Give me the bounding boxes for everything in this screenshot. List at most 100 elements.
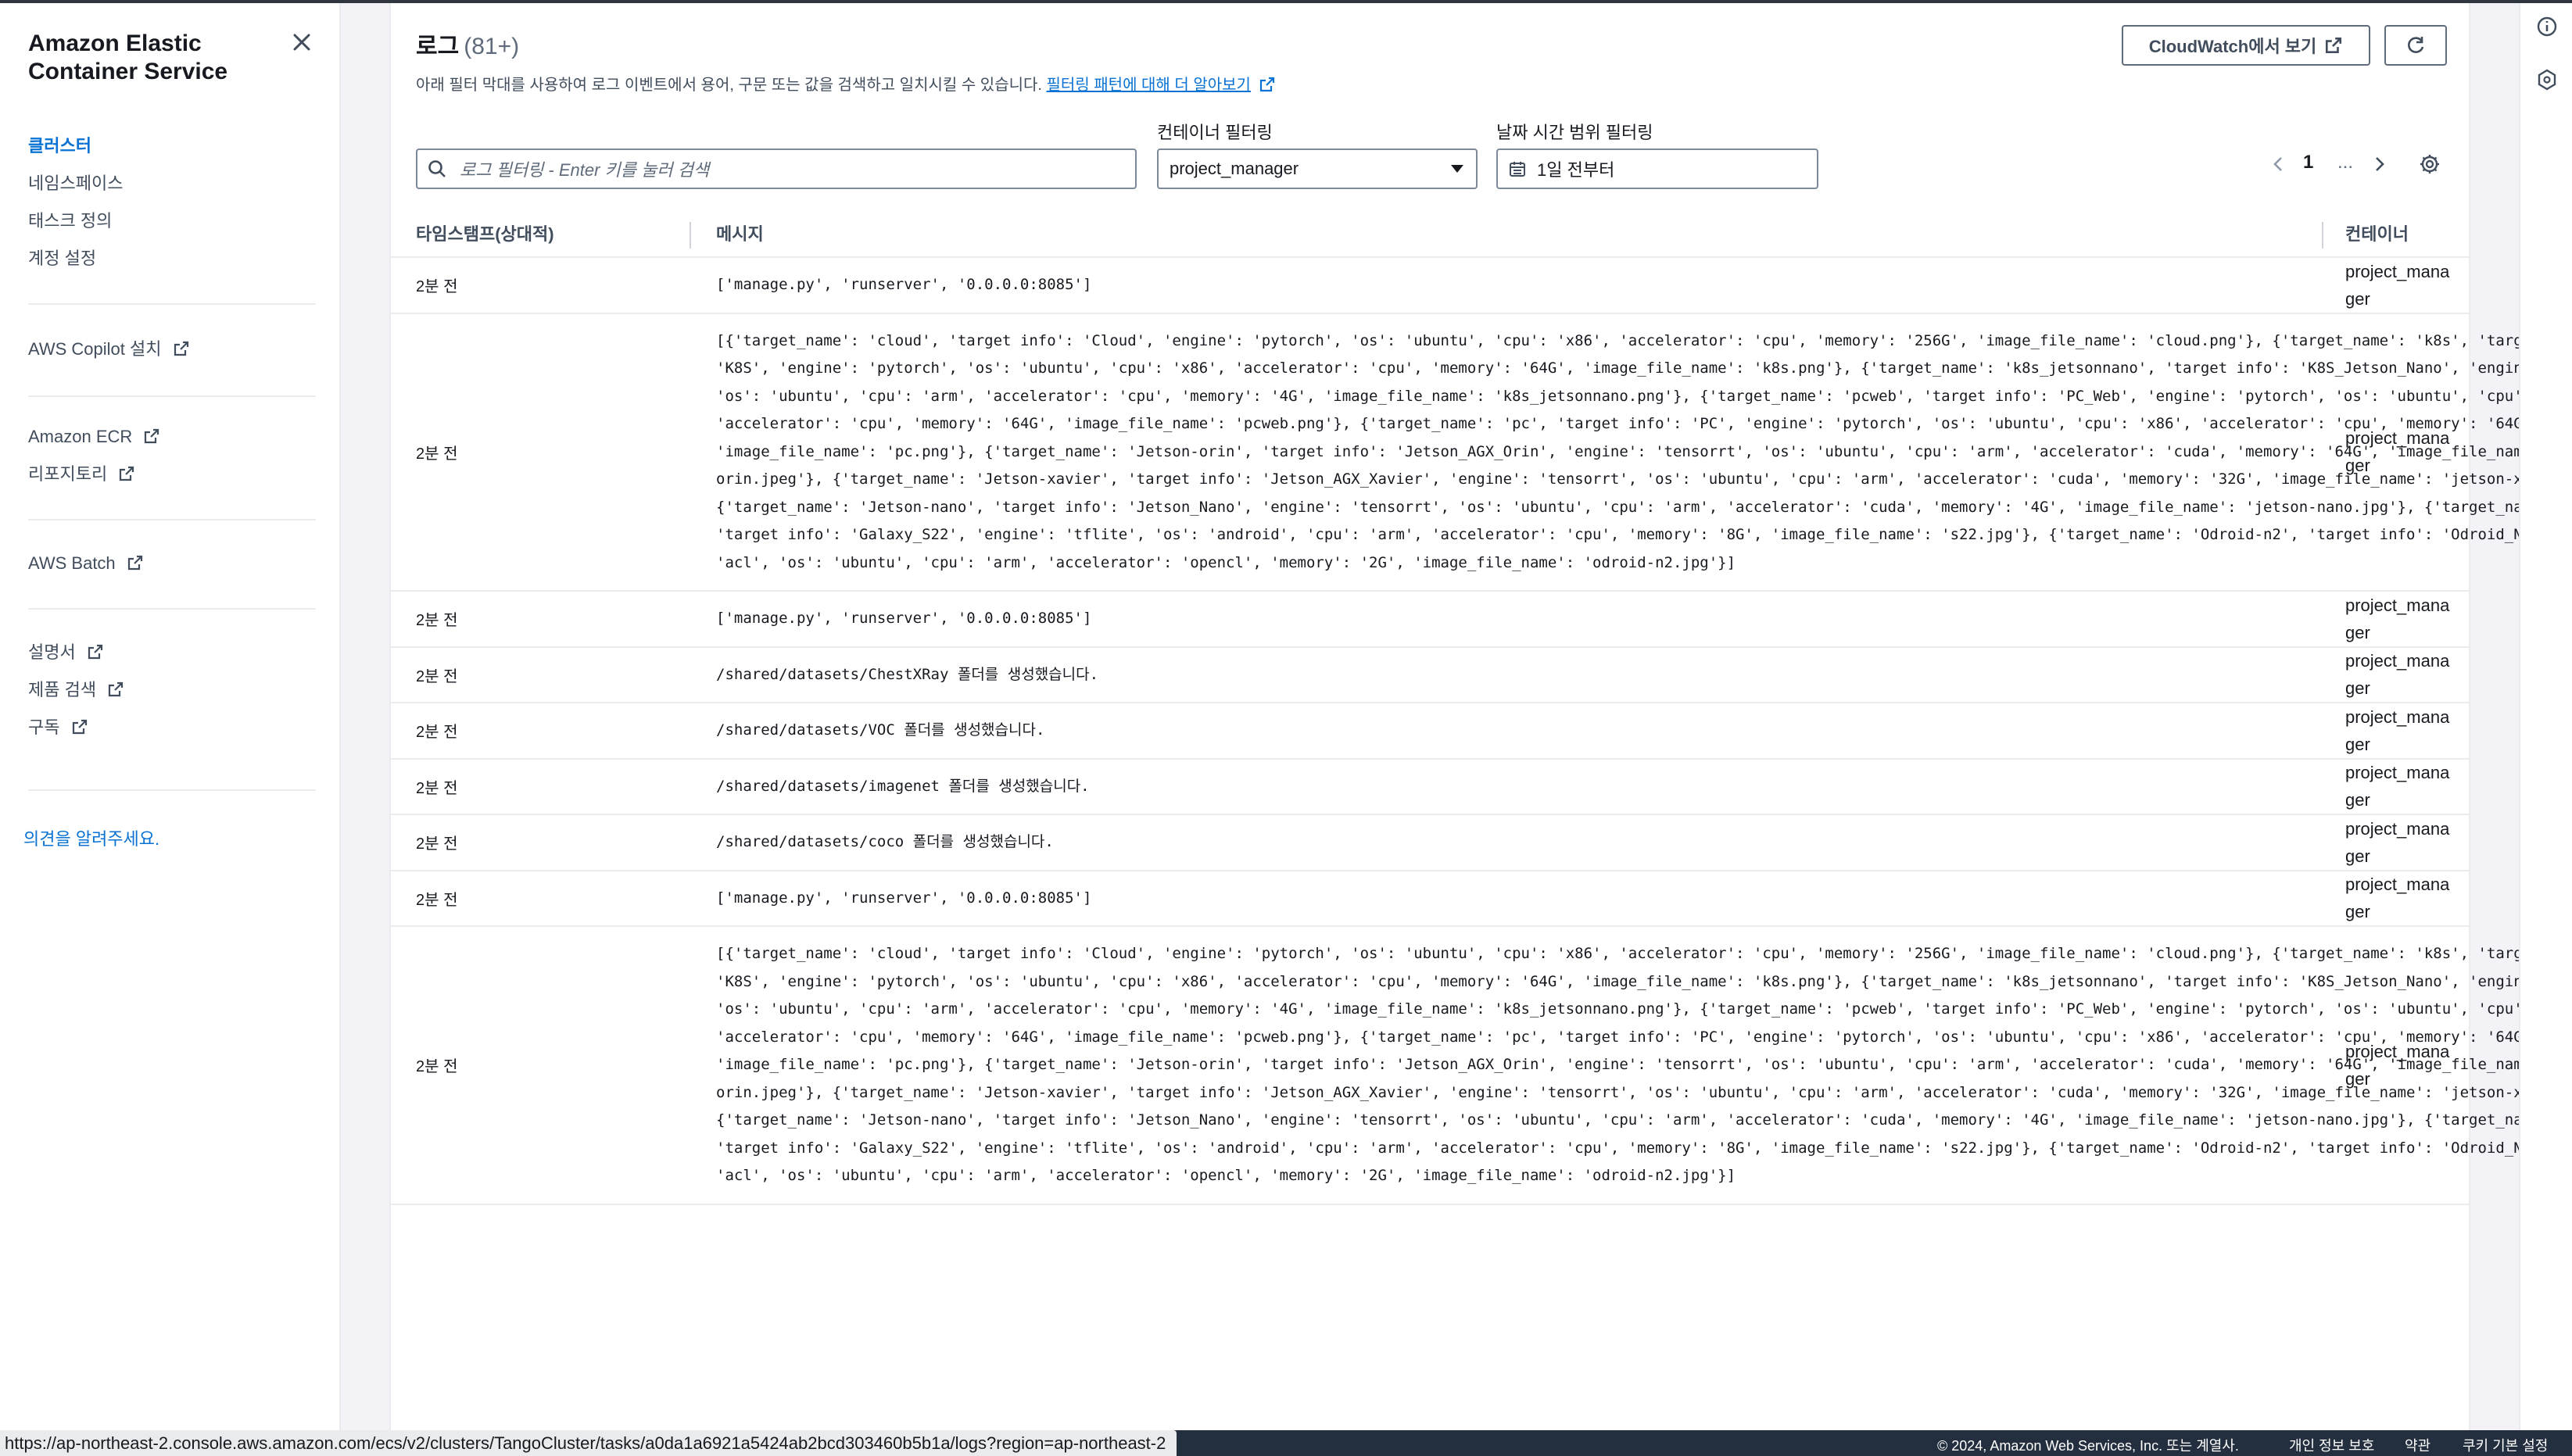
- cloudwatch-button-label: CloudWatch에서 보기: [2148, 37, 2317, 56]
- nav-task-definitions[interactable]: 태스크 정의: [28, 209, 112, 233]
- nav-link-label: 설명서: [28, 642, 76, 662]
- table-row[interactable]: 2분 전 /shared/datasets/ChestXRay 폴더를 생성했습…: [391, 648, 2470, 703]
- row-message: /shared/datasets/coco 폴더를 생성했습니다.: [716, 833, 1054, 850]
- row-message: /shared/datasets/VOC 폴더를 생성했습니다.: [716, 721, 1045, 739]
- feedback-link[interactable]: 의견을 알려주세요.: [23, 825, 159, 850]
- row-timestamp: 2분 전: [416, 612, 458, 630]
- calendar-icon: [1510, 162, 1525, 177]
- row-container: project_manager: [2345, 763, 2450, 810]
- column-resizer[interactable]: [690, 222, 691, 249]
- previous-page-icon[interactable]: [2269, 155, 2287, 174]
- nav-link-label: AWS Copilot 설치: [28, 339, 162, 359]
- utility-rail: [2519, 3, 2572, 1430]
- external-link-icon: [109, 681, 124, 697]
- nav-amazon-ecr-link[interactable]: Amazon ECR: [28, 425, 160, 449]
- row-container: project_manager: [2345, 818, 2450, 866]
- date-range-value: 1일 전부터: [1537, 160, 1615, 180]
- next-page-icon[interactable]: [2370, 155, 2389, 174]
- container-filter-value: project_manager: [1170, 159, 1299, 178]
- external-link-icon: [72, 719, 87, 735]
- search-placeholder: 로그 필터링 - Enter 키를 눌러 검색: [460, 160, 710, 180]
- search-icon: [428, 160, 446, 177]
- row-timestamp: 2분 전: [416, 1058, 458, 1076]
- log-table-body: 2분 전 ['manage.py', 'runserver', '0.0.0.0…: [391, 258, 2572, 1205]
- description-text: 아래 필터 막대를 사용하여 로그 이벤트에서 용어, 구문 또는 값을 검색하…: [416, 77, 1042, 94]
- column-header-container[interactable]: 컨테이너: [2345, 211, 2409, 258]
- terms-link[interactable]: 약관: [2405, 1435, 2431, 1455]
- learn-more-link[interactable]: 필터링 패턴에 대해 더 알아보기: [1047, 77, 1251, 94]
- nav-divider: [28, 789, 316, 791]
- cookie-preferences-link[interactable]: 쿠키 기본 설정: [2463, 1435, 2548, 1455]
- nav-link-label: 제품 검색: [28, 680, 97, 699]
- close-icon[interactable]: [289, 30, 314, 55]
- row-timestamp: 2분 전: [416, 891, 458, 909]
- footer: https://ap-northeast-2.console.aws.amazo…: [0, 1430, 2572, 1456]
- info-icon[interactable]: [2536, 16, 2558, 38]
- external-link-icon: [1259, 77, 1274, 92]
- row-timestamp: 2분 전: [416, 835, 458, 853]
- nav-link-label: Amazon ECR: [28, 427, 133, 446]
- nav-divider: [28, 608, 316, 610]
- table-row[interactable]: 2분 전 ['manage.py', 'runserver', '0.0.0.0…: [391, 258, 2470, 314]
- nav-link-label: 리포지토리: [28, 464, 108, 484]
- container-filter-select[interactable]: project_manager: [1157, 148, 1478, 189]
- date-range-filter[interactable]: 1일 전부터: [1496, 148, 1818, 189]
- table-row[interactable]: 2분 전 /shared/datasets/coco 폴더를 생성했습니다. p…: [391, 815, 2470, 871]
- column-header-message[interactable]: 메시지: [716, 211, 764, 258]
- nav-product-search-link[interactable]: 제품 검색: [28, 678, 124, 702]
- row-timestamp: 2분 전: [416, 779, 458, 797]
- row-timestamp: 2분 전: [416, 278, 458, 296]
- row-message: ['manage.py', 'runserver', '0.0.0.0:8085…: [716, 276, 1092, 293]
- table-row[interactable]: 2분 전 [{'target_name': 'cloud', 'target i…: [391, 927, 2572, 1205]
- nav-aws-batch-link[interactable]: AWS Batch: [28, 552, 144, 575]
- row-timestamp: 2분 전: [416, 445, 458, 463]
- service-title[interactable]: Amazon Elastic Container Service: [28, 30, 278, 86]
- nav-documentation-link[interactable]: 설명서: [28, 641, 104, 664]
- date-filter-label: 날짜 시간 범위 필터링: [1496, 123, 1653, 142]
- nav-aws-copilot-link[interactable]: AWS Copilot 설치: [28, 338, 190, 361]
- nav-account-settings[interactable]: 계정 설정: [28, 247, 96, 270]
- privacy-link[interactable]: 개인 정보 보호: [2289, 1435, 2374, 1455]
- external-link-icon: [145, 428, 159, 444]
- logs-panel: 로그 (81+) 아래 필터 막대를 사용하여 로그 이벤트에서 용어, 구문 또…: [389, 3, 2572, 1430]
- row-container: project_manager: [2345, 651, 2450, 699]
- row-container: project_manager: [2345, 428, 2450, 476]
- nav-divider: [28, 519, 316, 521]
- table-row[interactable]: 2분 전 [{'target_name': 'cloud', 'target i…: [391, 314, 2572, 592]
- view-in-cloudwatch-button[interactable]: CloudWatch에서 보기: [2122, 25, 2370, 66]
- table-row[interactable]: 2분 전 ['manage.py', 'runserver', '0.0.0.0…: [391, 592, 2470, 648]
- row-timestamp: 2분 전: [416, 667, 458, 685]
- nav-repositories-link[interactable]: 리포지토리: [28, 463, 135, 486]
- hexagon-icon[interactable]: [2536, 69, 2558, 91]
- gear-icon[interactable]: [2419, 153, 2441, 175]
- log-count: (81+): [464, 34, 520, 59]
- refresh-button[interactable]: [2384, 25, 2447, 66]
- nav-subscribe-link[interactable]: 구독: [28, 716, 88, 739]
- nav-divider: [28, 303, 316, 305]
- refresh-icon: [2408, 37, 2424, 53]
- table-row[interactable]: 2분 전 /shared/datasets/VOC 폴더를 생성했습니다. pr…: [391, 703, 2470, 760]
- nav-clusters[interactable]: 클러스터: [28, 134, 91, 158]
- current-page[interactable]: 1: [2303, 152, 2313, 174]
- page-title: 로그 (81+): [416, 27, 519, 61]
- page-title-text: 로그: [416, 34, 460, 59]
- table-row[interactable]: 2분 전 ['manage.py', 'runserver', '0.0.0.0…: [391, 871, 2470, 927]
- nav-divider: [28, 395, 316, 397]
- column-resizer[interactable]: [2322, 222, 2323, 249]
- nav-namespaces[interactable]: 네임스페이스: [28, 172, 123, 195]
- row-message: /shared/datasets/ChestXRay 폴더를 생성했습니다.: [716, 665, 1099, 683]
- status-bar-url: https://ap-northeast-2.console.aws.amazo…: [0, 1430, 1177, 1456]
- log-search-input[interactable]: 로그 필터링 - Enter 키를 눌러 검색: [416, 148, 1137, 189]
- external-link-icon: [88, 644, 102, 660]
- learn-more-label: 필터링 패턴에 대해 더 알아보기: [1046, 77, 1251, 94]
- table-header: 타임스탬프(상대적) 메시지 컨테이너: [391, 211, 2470, 258]
- row-message: ['manage.py', 'runserver', '0.0.0.0:8085…: [716, 889, 1092, 907]
- table-row[interactable]: 2분 전 /shared/datasets/imagenet 폴더를 생성했습니…: [391, 760, 2470, 815]
- row-container: project_manager: [2345, 261, 2450, 309]
- external-link-icon: [120, 466, 134, 481]
- container-filter-label: 컨테이너 필터링: [1157, 123, 1273, 142]
- column-header-timestamp[interactable]: 타임스탬프(상대적): [416, 211, 554, 258]
- page-description: 아래 필터 막대를 사용하여 로그 이벤트에서 용어, 구문 또는 값을 검색하…: [416, 72, 1276, 95]
- external-link-icon: [2326, 37, 2342, 54]
- caret-down-icon: [1451, 165, 1463, 173]
